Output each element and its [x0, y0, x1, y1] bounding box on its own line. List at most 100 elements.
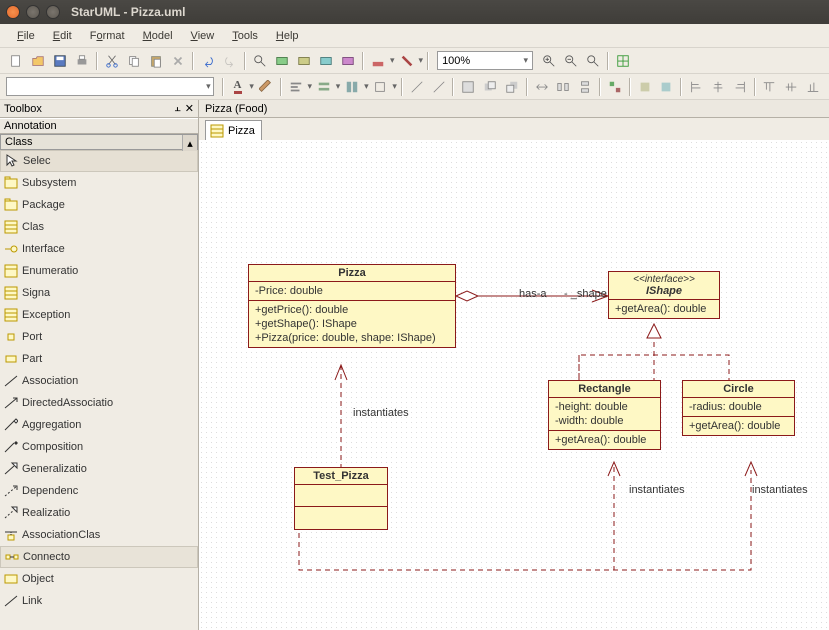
scroll-up-icon[interactable]: ▴ [182, 135, 197, 151]
distr-a-icon[interactable] [532, 77, 552, 97]
tool-composition[interactable]: Composition [0, 436, 198, 458]
fill-color-icon[interactable] [368, 51, 388, 71]
interface-ishape[interactable]: <<interface>> IShape +getArea(): double [608, 271, 720, 319]
close-icon[interactable]: ✕ [185, 102, 194, 115]
al5-icon[interactable] [781, 77, 801, 97]
section-annotation[interactable]: Annotation [0, 118, 198, 134]
tool-interface[interactable]: Interface [0, 238, 198, 260]
misc-b-icon[interactable] [657, 77, 677, 97]
tool-realization[interactable]: Realizatio [0, 502, 198, 524]
maximize-window-icon[interactable] [46, 5, 60, 19]
undo-icon[interactable] [198, 51, 218, 71]
tab-pizza[interactable]: Pizza [205, 120, 262, 140]
align-d-icon[interactable] [371, 77, 391, 97]
open-icon[interactable] [28, 51, 48, 71]
menu-tools[interactable]: Tools [232, 30, 258, 42]
group-b-icon[interactable] [480, 77, 500, 97]
class-rectangle[interactable]: Rectangle -height: double -width: double… [548, 380, 661, 450]
section-class[interactable]: Class ▴ [0, 134, 198, 150]
misc-a-icon[interactable] [635, 77, 655, 97]
dropdown-icon[interactable]: ▾ [419, 55, 424, 66]
tool-exception[interactable]: Exception [0, 304, 198, 326]
tool-assocclass[interactable]: AssociationClas [0, 524, 198, 546]
style-a-icon[interactable] [605, 77, 625, 97]
al2-icon[interactable] [708, 77, 728, 97]
dropdown-icon[interactable]: ▾ [249, 81, 254, 92]
distr-c-icon[interactable] [575, 77, 595, 97]
diagram-canvas[interactable]: Pizza -Price: double +getPrice(): double… [199, 140, 829, 630]
zoom-out-icon[interactable] [561, 51, 581, 71]
align-a-icon[interactable] [286, 77, 306, 97]
connector-icon [5, 550, 19, 564]
tool-b-icon[interactable] [294, 51, 314, 71]
tool-link[interactable]: Link [0, 590, 198, 612]
class-pizza[interactable]: Pizza -Price: double +getPrice(): double… [248, 264, 456, 348]
zoom-combo[interactable]: 100%▾ [437, 51, 533, 70]
tool-directed[interactable]: DirectedAssociatio [0, 392, 198, 414]
group-a-icon[interactable] [458, 77, 478, 97]
copy-icon[interactable] [124, 51, 144, 71]
tool-package[interactable]: Package [0, 194, 198, 216]
new-icon[interactable] [6, 51, 26, 71]
align-b-icon[interactable] [314, 77, 334, 97]
al4-icon[interactable] [760, 77, 780, 97]
tool-c-icon[interactable] [316, 51, 336, 71]
class-name: Test_Pizza [295, 468, 387, 485]
tool-generalization[interactable]: Generalizatio [0, 458, 198, 480]
depend-icon [4, 484, 18, 498]
brush-icon[interactable] [256, 77, 276, 97]
font-color-icon[interactable]: A [228, 77, 248, 97]
menu-edit[interactable]: Edit [53, 30, 72, 42]
menu-file[interactable]: File [17, 30, 35, 42]
zoom-value: 100% [442, 55, 470, 67]
line-a-icon[interactable] [407, 77, 427, 97]
al1-icon[interactable] [686, 77, 706, 97]
zoom-in-icon[interactable] [539, 51, 559, 71]
redo-icon[interactable] [220, 51, 240, 71]
menu-format[interactable]: Format [90, 30, 125, 42]
tool-port[interactable]: Port [0, 326, 198, 348]
find-icon[interactable] [250, 51, 270, 71]
line-b-icon[interactable] [429, 77, 449, 97]
minimize-window-icon[interactable] [26, 5, 40, 19]
toolbox-list: Selec Subsystem Package Clas Interface E… [0, 150, 198, 630]
tool-enumeration[interactable]: Enumeratio [0, 260, 198, 282]
distr-b-icon[interactable] [553, 77, 573, 97]
tool-object[interactable]: Object [0, 568, 198, 590]
class-circle[interactable]: Circle -radius: double +getArea(): doubl… [682, 380, 795, 436]
al6-icon[interactable] [803, 77, 823, 97]
font-combo[interactable]: ▾ [6, 77, 214, 96]
tab-bar: Pizza [199, 118, 829, 140]
menu-model[interactable]: Model [143, 30, 173, 42]
line-color-icon[interactable] [397, 51, 417, 71]
exception-icon [4, 308, 18, 322]
close-window-icon[interactable] [6, 5, 20, 19]
delete-icon[interactable] [168, 51, 188, 71]
group-c-icon[interactable] [502, 77, 522, 97]
tool-signal[interactable]: Signa [0, 282, 198, 304]
tool-part[interactable]: Part [0, 348, 198, 370]
zoom-fit-icon[interactable] [583, 51, 603, 71]
layout-icon[interactable] [613, 51, 633, 71]
tool-dependency[interactable]: Dependenc [0, 480, 198, 502]
tool-class[interactable]: Clas [0, 216, 198, 238]
class-testpizza[interactable]: Test_Pizza [294, 467, 388, 530]
save-icon[interactable] [50, 51, 70, 71]
dropdown-icon[interactable]: ▾ [390, 55, 395, 66]
paste-icon[interactable] [146, 51, 166, 71]
print-icon[interactable] [72, 51, 92, 71]
tool-a-icon[interactable] [272, 51, 292, 71]
tool-association[interactable]: Association [0, 370, 198, 392]
menu-help[interactable]: Help [276, 30, 299, 42]
tool-connector[interactable]: Connecto [0, 546, 198, 568]
tool-subsystem[interactable]: Subsystem [0, 172, 198, 194]
align-c-icon[interactable] [342, 77, 362, 97]
menu-view[interactable]: View [191, 30, 215, 42]
directed-icon [4, 396, 18, 410]
cut-icon[interactable] [102, 51, 122, 71]
tool-select[interactable]: Selec [0, 150, 198, 172]
tool-d-icon[interactable] [338, 51, 358, 71]
tool-aggregation[interactable]: Aggregation [0, 414, 198, 436]
al3-icon[interactable] [730, 77, 750, 97]
pin-icon[interactable]: ⫠ [174, 102, 181, 115]
